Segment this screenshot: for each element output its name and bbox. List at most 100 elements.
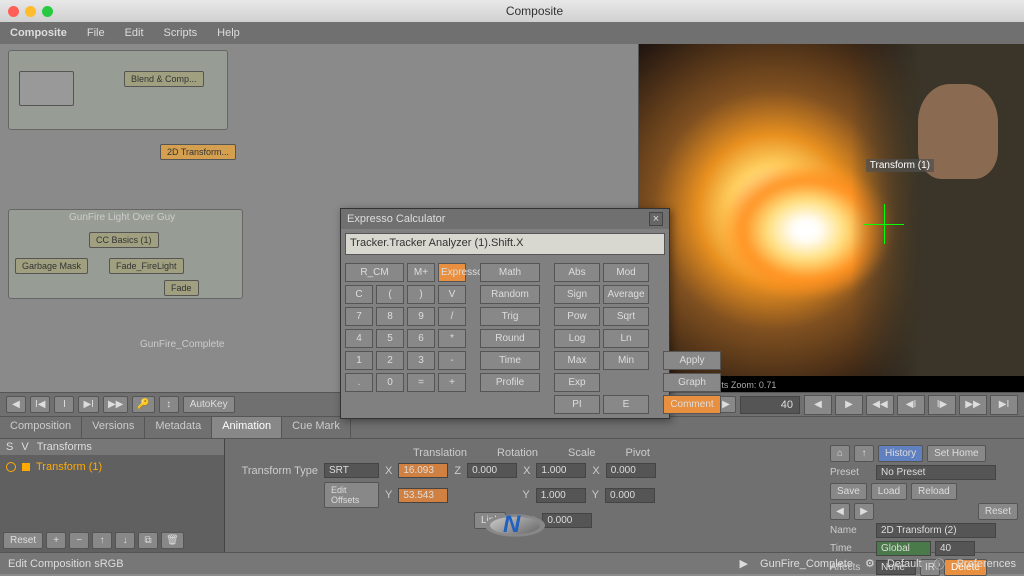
calc-mod[interactable]: Mod xyxy=(603,263,649,282)
prev-icon[interactable]: ◀ xyxy=(830,503,850,520)
key-next-button[interactable]: ▶I xyxy=(78,396,98,413)
maximize-window-button[interactable] xyxy=(42,6,53,17)
viewer-overlay-label[interactable]: Transform (1) xyxy=(866,159,934,172)
menu-edit[interactable]: Edit xyxy=(125,27,144,39)
calc-max[interactable]: Max xyxy=(554,351,600,370)
minimize-window-button[interactable] xyxy=(25,6,36,17)
home-icon[interactable]: ⌂ xyxy=(830,445,850,462)
key-lock-button[interactable]: 🔑 xyxy=(132,396,154,413)
key-prev-button[interactable]: ◀ xyxy=(6,396,26,413)
calc-close-button[interactable]: × xyxy=(649,212,663,226)
calc-math[interactable]: Math xyxy=(480,263,540,282)
load-button[interactable]: Load xyxy=(871,483,907,500)
history-button[interactable]: History xyxy=(878,445,923,462)
visible-icon[interactable] xyxy=(22,463,30,471)
step-back-button[interactable]: ◀◀ xyxy=(866,395,894,415)
calc-round[interactable]: Round xyxy=(480,329,540,348)
calc-abs[interactable]: Abs xyxy=(554,263,600,282)
node-fade[interactable]: Fade xyxy=(164,280,199,296)
stop-button[interactable]: ◀I xyxy=(897,395,925,415)
duplicate-button[interactable]: ⧉ xyxy=(138,532,158,549)
move-down-button[interactable]: ↓ xyxy=(115,532,135,549)
status-info-icon[interactable]: ⓘ xyxy=(934,556,945,572)
calc-average[interactable]: Average xyxy=(603,285,649,304)
transform-type-input[interactable] xyxy=(324,463,379,478)
transform-gizmo[interactable] xyxy=(864,204,904,244)
calc-4[interactable]: 4 xyxy=(345,329,373,348)
calc-dot[interactable]: . xyxy=(345,373,373,392)
calc-rparen[interactable]: ) xyxy=(407,285,435,304)
calc-eq[interactable]: = xyxy=(407,373,435,392)
remove-button[interactable]: − xyxy=(69,532,89,549)
calc-pow[interactable]: Pow xyxy=(554,307,600,326)
calc-ln[interactable]: Ln xyxy=(603,329,649,348)
calc-5[interactable]: 5 xyxy=(376,329,404,348)
close-window-button[interactable] xyxy=(8,6,19,17)
edit-offsets-button[interactable]: Edit Offsets xyxy=(324,482,379,508)
calc-sign[interactable]: Sign xyxy=(554,285,600,304)
calc-profile[interactable]: Profile xyxy=(480,373,540,392)
status-play-icon[interactable]: ▶ xyxy=(740,557,748,570)
time-mode[interactable] xyxy=(876,541,931,556)
app-menu[interactable]: Composite xyxy=(10,27,67,39)
node-cc-basics[interactable]: CC Basics (1) xyxy=(89,232,159,248)
calc-pi[interactable]: PI xyxy=(554,395,600,414)
calc-2[interactable]: 2 xyxy=(376,351,404,370)
translate-y[interactable] xyxy=(398,488,448,503)
reload-button[interactable]: Reload xyxy=(911,483,957,500)
calc-7[interactable]: 7 xyxy=(345,307,373,326)
key-first-button[interactable]: I◀ xyxy=(30,396,50,413)
calc-v[interactable]: V xyxy=(438,285,466,304)
status-default[interactable]: Default xyxy=(887,558,922,570)
calc-mul[interactable]: * xyxy=(438,329,466,348)
node-garbage-mask[interactable]: Garbage Mask xyxy=(15,258,88,274)
calc-min[interactable]: Min xyxy=(603,351,649,370)
calc-rcm[interactable]: R_CM xyxy=(345,263,404,282)
add-button[interactable]: + xyxy=(46,532,66,549)
next-icon[interactable]: ▶ xyxy=(854,503,874,520)
key-toggle-button[interactable]: ↕ xyxy=(159,396,179,413)
reset-button[interactable]: Reset xyxy=(3,532,43,549)
calc-expression-input[interactable]: Tracker.Tracker Analyzer (1).Shift.X xyxy=(345,233,665,255)
node-2d-transform[interactable]: 2D Transform... xyxy=(160,144,236,160)
status-edit[interactable]: Edit Composition sRGB xyxy=(8,558,124,570)
save-button[interactable]: Save xyxy=(830,483,867,500)
translate-x[interactable] xyxy=(398,463,448,478)
tab-cue-mark[interactable]: Cue Mark xyxy=(282,417,351,438)
status-gear-icon[interactable]: ⚙ xyxy=(865,557,875,570)
tab-composition[interactable]: Composition xyxy=(0,417,82,438)
set-home-button[interactable]: Set Home xyxy=(927,445,985,462)
calc-trig[interactable]: Trig xyxy=(480,307,540,326)
calc-c[interactable]: C xyxy=(345,285,373,304)
calc-mplus[interactable]: M+ xyxy=(407,263,435,282)
calc-comment[interactable]: Comment xyxy=(663,395,721,414)
calc-1[interactable]: 1 xyxy=(345,351,373,370)
calc-div[interactable]: / xyxy=(438,307,466,326)
step-forward-button[interactable]: I▶ xyxy=(928,395,956,415)
expresso-calculator[interactable]: Expresso Calculator × Tracker.Tracker An… xyxy=(340,208,670,419)
calc-lparen[interactable]: ( xyxy=(376,285,404,304)
calc-6[interactable]: 6 xyxy=(407,329,435,348)
move-up-button[interactable]: ↑ xyxy=(92,532,112,549)
goto-start-button[interactable]: ◀ xyxy=(804,395,832,415)
node-fade-firelight[interactable]: Fade_FireLight xyxy=(109,258,184,274)
viewer-panel[interactable]: Transform (1) 248×1024 1:1 16 Bits Zoom:… xyxy=(639,44,1024,392)
pivot-x[interactable] xyxy=(606,463,656,478)
node-blend-comp[interactable]: Blend & Comp... xyxy=(124,71,204,87)
autokey-button[interactable]: AutoKey xyxy=(183,396,235,413)
solo-icon[interactable] xyxy=(6,462,16,472)
calc-0[interactable]: 0 xyxy=(376,373,404,392)
menu-file[interactable]: File xyxy=(87,27,105,39)
trash-button[interactable]: 🗑 xyxy=(161,532,184,549)
scale-y[interactable] xyxy=(536,488,586,503)
key-set-button[interactable]: I xyxy=(54,396,74,413)
name-input[interactable] xyxy=(876,523,996,538)
pivot-y[interactable] xyxy=(605,488,655,503)
current-frame[interactable]: 40 xyxy=(740,396,800,414)
calc-exp[interactable]: Exp xyxy=(554,373,600,392)
time-frame[interactable] xyxy=(935,541,975,556)
transform-item[interactable]: Transform (1) xyxy=(4,459,220,475)
calc-expresso[interactable]: Expresso xyxy=(438,263,466,282)
preset-input[interactable] xyxy=(876,465,996,480)
calc-random[interactable]: Random xyxy=(480,285,540,304)
